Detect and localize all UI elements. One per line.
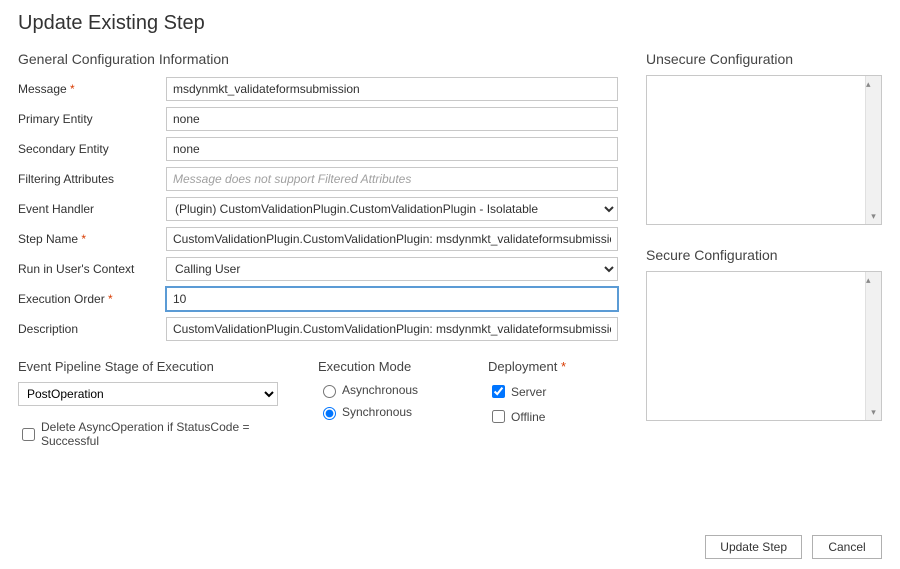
unsecure-config-heading: Unsecure Configuration <box>646 51 882 67</box>
unsecure-config-wrap: ▴ ▾ <box>646 75 882 225</box>
synchronous-label: Synchronous <box>342 405 412 419</box>
server-label: Server <box>511 385 546 399</box>
message-input[interactable] <box>166 77 618 101</box>
execution-order-label: Execution Order <box>18 292 166 306</box>
secure-config-textarea[interactable] <box>647 272 865 420</box>
server-checkbox[interactable] <box>492 385 505 398</box>
primary-entity-input[interactable] <box>166 107 618 131</box>
pipeline-stage-select[interactable]: PostOperation <box>18 382 278 406</box>
offline-label: Offline <box>511 410 545 424</box>
scrollbar[interactable]: ▴ ▾ <box>865 76 881 224</box>
step-name-input[interactable] <box>166 227 618 251</box>
secondary-entity-input[interactable] <box>166 137 618 161</box>
delete-async-label: Delete AsyncOperation if StatusCode = Su… <box>41 420 278 448</box>
execution-mode-heading: Execution Mode <box>318 359 448 374</box>
scrollbar[interactable]: ▴ ▾ <box>865 272 881 420</box>
description-label: Description <box>18 322 166 336</box>
cancel-button[interactable]: Cancel <box>812 535 882 559</box>
chevron-down-icon[interactable]: ▾ <box>866 208 881 224</box>
delete-async-checkbox[interactable] <box>22 428 35 441</box>
execution-order-input[interactable] <box>166 287 618 311</box>
synchronous-radio[interactable] <box>323 407 336 420</box>
filtering-attributes-label: Filtering Attributes <box>18 172 166 186</box>
offline-checkbox[interactable] <box>492 410 505 423</box>
update-step-button[interactable]: Update Step <box>705 535 802 559</box>
pipeline-heading: Event Pipeline Stage of Execution <box>18 359 278 374</box>
asynchronous-label: Asynchronous <box>342 383 418 397</box>
primary-entity-label: Primary Entity <box>18 112 166 126</box>
chevron-up-icon[interactable]: ▴ <box>866 76 881 92</box>
chevron-up-icon[interactable]: ▴ <box>866 272 881 288</box>
secondary-entity-label: Secondary Entity <box>18 142 166 156</box>
run-context-select[interactable]: Calling User <box>166 257 618 281</box>
chevron-down-icon[interactable]: ▾ <box>866 404 881 420</box>
general-heading: General Configuration Information <box>18 51 618 67</box>
unsecure-config-textarea[interactable] <box>647 76 865 224</box>
event-handler-label: Event Handler <box>18 202 166 216</box>
run-context-label: Run in User's Context <box>18 262 166 276</box>
description-input[interactable] <box>166 317 618 341</box>
page-title: Update Existing Step <box>18 12 882 35</box>
asynchronous-radio[interactable] <box>323 385 336 398</box>
secure-config-heading: Secure Configuration <box>646 247 882 263</box>
secure-config-wrap: ▴ ▾ <box>646 271 882 421</box>
event-handler-select[interactable]: (Plugin) CustomValidationPlugin.CustomVa… <box>166 197 618 221</box>
message-label: Message <box>18 82 166 96</box>
deployment-heading: Deployment <box>488 359 618 374</box>
filtering-attributes-input <box>166 167 618 191</box>
step-name-label: Step Name <box>18 232 166 246</box>
